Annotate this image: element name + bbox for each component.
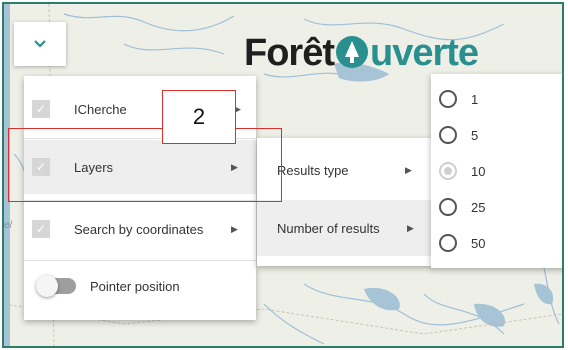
chevron-right-icon: ▶ <box>407 222 414 233</box>
menu-item-label: Search by coordinates <box>74 221 204 237</box>
chevron-right-icon: ▶ <box>231 223 238 234</box>
radio-button[interactable] <box>439 198 457 216</box>
number-of-results-submenu: 1 5 10 25 50 <box>431 74 562 268</box>
pointer-position-label: Pointer position <box>90 278 180 294</box>
brand-prefix: Forêt <box>244 32 335 74</box>
radio-label: 1 <box>471 91 479 107</box>
pointer-position-row[interactable]: Pointer position <box>24 268 256 304</box>
tree-logo-icon <box>336 36 368 68</box>
submenu-item-results-type[interactable]: Results type ▶ <box>257 142 433 198</box>
radio-option-1[interactable]: 1 <box>431 82 562 116</box>
radio-label: 5 <box>471 127 479 143</box>
radio-option-25[interactable]: 25 <box>431 190 562 224</box>
submenu-item-label: Results type <box>277 162 349 178</box>
submenu-item-label: Number of results <box>277 220 380 236</box>
checkbox-search-coordinates[interactable]: ✓ <box>32 220 50 238</box>
chevron-down-icon <box>34 40 46 48</box>
radio-label: 10 <box>471 163 486 179</box>
radio-button[interactable] <box>439 126 457 144</box>
step-number-callout: 2 <box>162 90 236 144</box>
radio-label: 50 <box>471 235 486 251</box>
radio-button-disabled <box>439 162 457 180</box>
brand-logo: Forêt uverte <box>244 32 479 75</box>
brand-suffix: uverte <box>370 32 479 74</box>
submenu-item-number-of-results[interactable]: Number of results ▶ <box>257 200 433 256</box>
pointer-position-toggle[interactable] <box>36 275 76 297</box>
radio-button[interactable] <box>439 234 457 252</box>
highlight-box-layers <box>8 128 282 202</box>
radio-option-5[interactable]: 5 <box>431 118 562 152</box>
layers-submenu: Results type ▶ Number of results ▶ <box>257 138 433 266</box>
radio-label: 25 <box>471 199 486 215</box>
checkbox-icherche[interactable]: ✓ <box>32 100 50 118</box>
chevron-right-icon: ▶ <box>405 164 412 175</box>
divider <box>24 260 256 261</box>
radio-option-10: 10 <box>431 154 562 188</box>
menu-item-search-coordinates[interactable]: ✓ Search by coordinates ▶ <box>24 204 256 254</box>
radio-button[interactable] <box>439 90 457 108</box>
radio-option-50[interactable]: 50 <box>431 226 562 260</box>
menu-toggle-button[interactable] <box>14 22 66 66</box>
step-number: 2 <box>192 104 206 129</box>
toggle-knob <box>36 275 58 297</box>
map-edge-label: e/ <box>4 220 13 231</box>
menu-item-label: ICherche <box>74 101 127 117</box>
app-frame: e/ Forêt uverte ✓ ICherche ▶ ✓ Layers ▶ … <box>2 2 564 348</box>
